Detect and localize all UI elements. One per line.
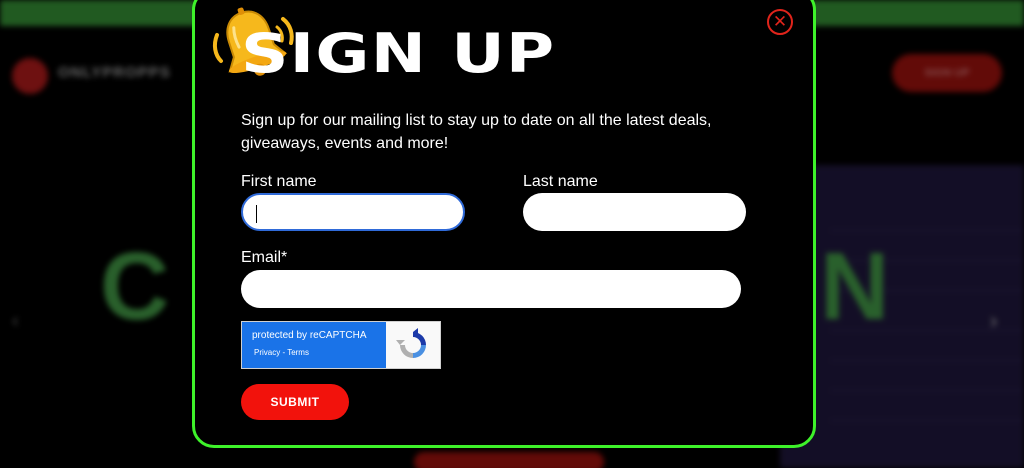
last-name-input[interactable] [523,193,746,231]
recaptcha-logo-icon [386,322,440,368]
recaptcha-text: protected by reCAPTCHA [252,330,367,341]
recaptcha-links[interactable]: Privacy - Terms [254,348,309,357]
text-caret [256,205,257,223]
background-table-divider [830,390,1024,391]
email-label: Email* [241,249,288,266]
close-icon[interactable]: ✕ [767,9,793,35]
background-table-divider [830,420,1024,421]
background-logo [12,58,48,94]
background-bottom-button[interactable] [414,452,604,468]
background-brand: ONLYPROPPS [58,64,171,81]
modal-title: SIGN UP [241,22,556,85]
carousel-prev-icon[interactable]: ‹ [12,310,19,333]
first-name-input[interactable] [241,193,465,231]
email-input[interactable] [241,270,741,308]
modal-description: Sign up for our mailing list to stay up … [241,112,712,152]
carousel-next-icon[interactable]: › [990,308,997,334]
page: ONLYPROPPS SIGN UP C N ‹ › ✕ SIGN UP Sig… [0,0,1024,468]
background-table-divider [830,230,1024,231]
background-table-divider [830,360,1024,361]
signup-modal: ✕ SIGN UP Sign up for our mailing list t… [192,0,816,448]
last-name-label: Last name [523,173,598,190]
background-hero-text: C [100,233,174,340]
submit-button[interactable]: SUBMIT [241,384,349,420]
background-table-panel [780,165,1024,468]
recaptcha-badge[interactable]: protected by reCAPTCHA Privacy - Terms [241,321,441,369]
background-signup-button[interactable]: SIGN UP [892,54,1002,92]
first-name-label: First name [241,173,317,190]
background-hero-text-right: N [820,233,890,340]
